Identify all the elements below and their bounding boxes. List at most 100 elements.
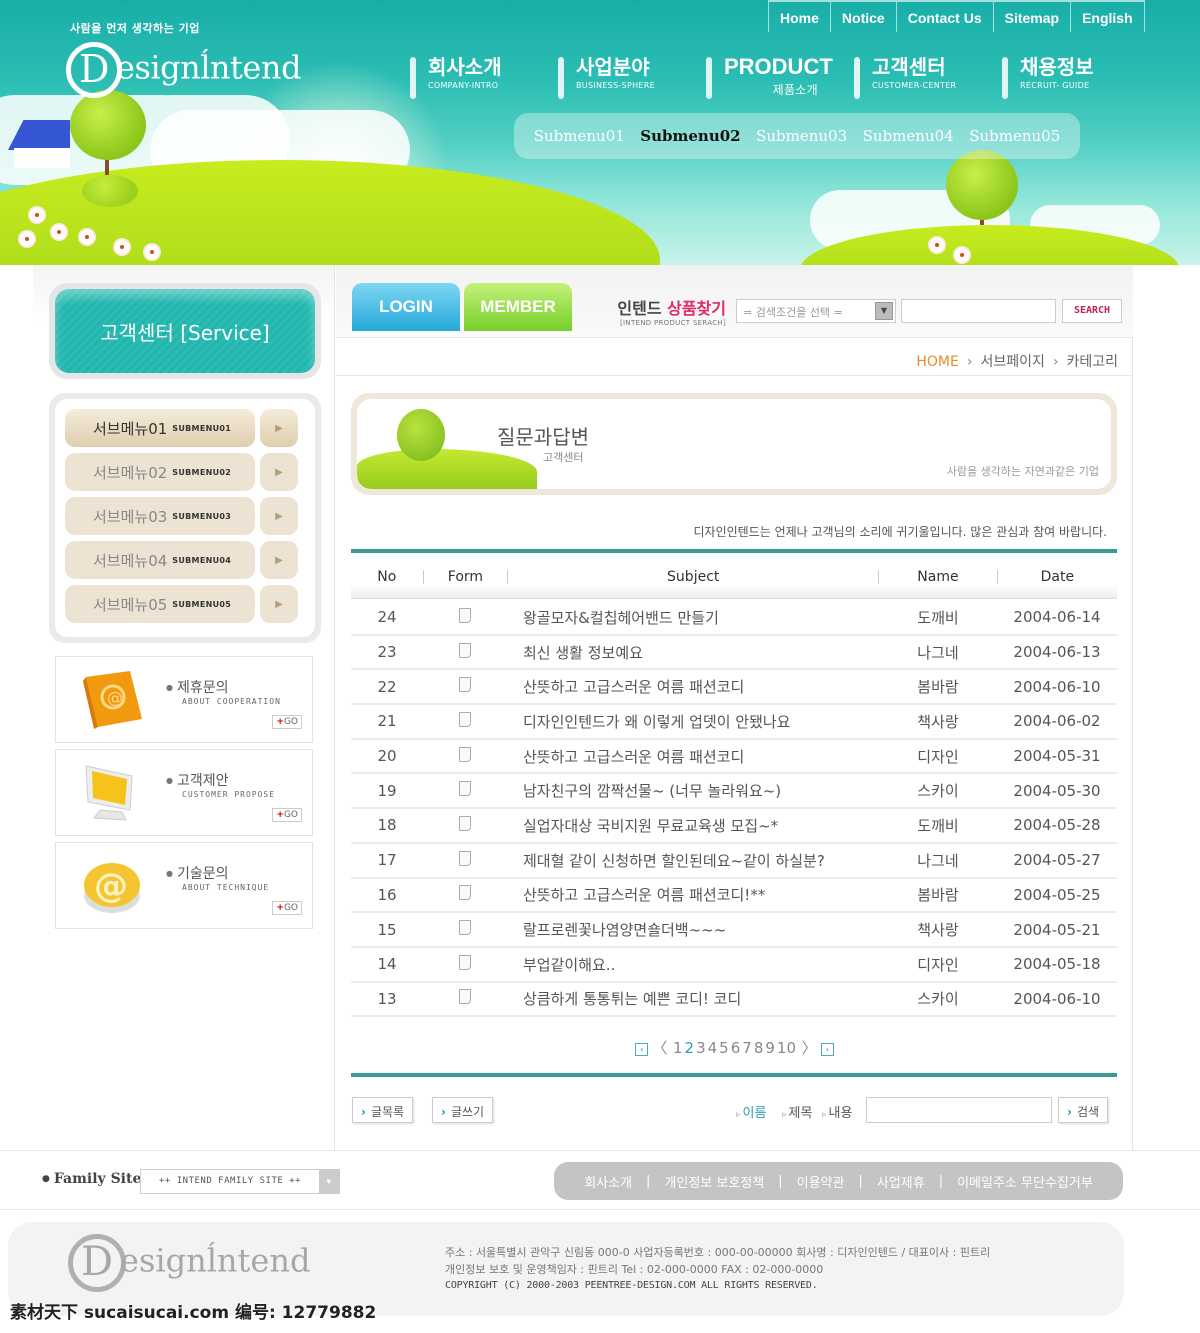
sidebar-item-submenu01[interactable]: 서브메뉴01 SUBMENU01 ▶ [65, 409, 305, 447]
monitor-icon [85, 765, 133, 821]
page-link[interactable]: 9 [765, 1039, 775, 1057]
breadcrumb-home[interactable]: HOME [916, 354, 958, 370]
search-condition-select[interactable]: = 검색조건을 선택 = ▼ [736, 299, 896, 323]
row-date: 2004-05-18 [1013, 955, 1101, 974]
row-date: 2004-06-13 [1013, 643, 1101, 662]
footer-link[interactable]: 개인정보 보호정책 [664, 1172, 764, 1191]
chevron-left-icon[interactable]: 〈 [652, 1039, 667, 1057]
table-row[interactable]: 18 실업자대상 국비지원 무료교육생 모집~* 도깨비 2004-05-28 [351, 809, 1117, 844]
page-link[interactable]: 6 [731, 1039, 741, 1057]
row-subject-link[interactable]: 상큼하게 통통튀는 예쁜 코디! 코디 [507, 988, 879, 1009]
page-link[interactable]: 10 [777, 1039, 796, 1057]
table-row[interactable]: 23 최신 생활 정보예요 나그네 2004-06-13 [351, 636, 1117, 671]
document-icon [459, 850, 471, 866]
table-row[interactable]: 15 랄프로렌꽃나염양면숄더백~~~ 책사랑 2004-05-21 [351, 913, 1117, 948]
row-subject-link[interactable]: 부업같이해요.. [507, 954, 879, 975]
table-row[interactable]: 24 왕골모자&컬칩헤어밴드 만들기 도깨비 2004-06-14 [351, 601, 1117, 636]
product-search-input[interactable] [901, 299, 1056, 323]
chevron-down-icon: ▼ [319, 1170, 339, 1193]
sidebar-item-submenu02[interactable]: 서브메뉴02 SUBMENU02 ▶ [65, 453, 305, 491]
row-no: 17 [377, 851, 397, 870]
search-type-subject[interactable]: 제목 [782, 1102, 813, 1121]
go-button[interactable]: +GO [272, 715, 302, 729]
table-row[interactable]: 21 디자인인텐드가 왜 이렇게 업뎃이 안됐나요 책사랑 2004-06-02 [351, 705, 1117, 740]
page-link[interactable]: 5 [719, 1039, 729, 1057]
row-subject-link[interactable]: 디자인인텐드가 왜 이렇게 업뎃이 안됐나요 [507, 711, 879, 732]
page-next-button[interactable]: › [820, 1043, 834, 1056]
table-row[interactable]: 14 부업같이해요.. 디자인 2004-05-18 [351, 948, 1117, 983]
table-row[interactable]: 20 산뜻하고 고급스러운 여름 패션코디 디자인 2004-05-31 [351, 740, 1117, 775]
row-subject-link[interactable]: 산뜻하고 고급스러운 여름 패션코디 [507, 746, 879, 767]
table-row[interactable]: 19 남자친구의 깜짝선물~ (너무 놀라워요~) 스카이 2004-05-30 [351, 774, 1117, 810]
sidebar-item-submenu04[interactable]: 서브메뉴04 SUBMENU04 ▶ [65, 541, 305, 579]
page-link[interactable]: 8 [754, 1039, 764, 1057]
write-button[interactable]: 글쓰기 [432, 1097, 494, 1123]
row-subject-link[interactable]: 왕골모자&컬칩헤어밴드 만들기 [507, 607, 879, 628]
table-row[interactable]: 16 산뜻하고 고급스러운 여름 패션코디!** 봄바람 2004-05-25 [351, 879, 1117, 914]
page-link[interactable]: 3 [696, 1039, 706, 1057]
sub-nav-item-active[interactable]: Submenu02 [640, 127, 740, 145]
product-search-button[interactable]: SEARCH [1062, 299, 1122, 323]
top-nav-english[interactable]: English [1070, 2, 1145, 32]
row-subject-link[interactable]: 실업자대상 국비지원 무료교육생 모집~* [507, 815, 879, 836]
page-prev-button[interactable]: ‹ [635, 1043, 649, 1056]
top-nav-home[interactable]: Home [768, 2, 830, 32]
table-row[interactable]: 17 제대혈 같이 신청하면 할인된데요~같이 하실분? 나그네 2004-05-27 [351, 844, 1117, 879]
main-content: LOGIN MEMBER 인텐드 상품찾기 [INTEND PRODUCT SE… [336, 265, 1133, 1150]
board-search-input[interactable] [866, 1097, 1052, 1123]
sidebar-item-submenu03[interactable]: 서브메뉴03 SUBMENU03 ▶ [65, 497, 305, 535]
row-author: 책사랑 [917, 921, 959, 940]
go-button[interactable]: +GO [272, 901, 302, 915]
member-tab[interactable]: MEMBER [464, 283, 572, 331]
row-subject-link[interactable]: 랄프로렌꽃나염양면숄더백~~~ [507, 919, 879, 940]
login-tab[interactable]: LOGIN [352, 283, 460, 331]
footer-logo: Designĺntend [68, 1234, 310, 1292]
footer-link[interactable]: 이용약관 [797, 1172, 845, 1191]
table-row[interactable]: 22 산뜻하고 고급스러운 여름 패션코디 봄바람 2004-06-10 [351, 670, 1117, 706]
arrow-right-icon[interactable]: ▶ [260, 409, 298, 447]
page-link[interactable]: 2 [685, 1039, 695, 1057]
footer-link[interactable]: 사업제휴 [877, 1172, 925, 1191]
sub-nav-item[interactable]: Submenu05 [969, 127, 1060, 145]
main-nav-customer[interactable]: 고객센터 CUSTOMER-CENTER [854, 55, 1002, 99]
row-author: 스카이 [917, 990, 959, 1009]
logo[interactable]: Designĺntend [66, 42, 301, 98]
family-site-select[interactable]: ++ INTEND FAMILY SITE ++ ▼ [140, 1169, 340, 1194]
sub-nav-item[interactable]: Submenu03 [756, 127, 847, 145]
go-button[interactable]: +GO [272, 808, 302, 822]
main-nav-recruit[interactable]: 채용정보 RECRUIT- GUIDE [1002, 55, 1150, 99]
sidebar-item-submenu05[interactable]: 서브메뉴05 SUBMENU05 ▶ [65, 585, 305, 623]
top-nav-sitemap[interactable]: Sitemap [992, 2, 1070, 32]
row-subject-link[interactable]: 제대혈 같이 신청하면 할인된데요~같이 하실분? [507, 850, 879, 871]
top-nav-contact[interactable]: Contact Us [895, 2, 993, 32]
search-type-name[interactable]: 이름 [736, 1102, 767, 1121]
page-link[interactable]: 7 [742, 1039, 752, 1057]
main-nav-business[interactable]: 사업분야 BUSINESS-SPHERE [558, 55, 706, 99]
board-search-button[interactable]: 검색 [1058, 1097, 1109, 1123]
row-subject-link[interactable]: 남자친구의 깜짝선물~ (너무 놀라워요~) [507, 780, 879, 801]
footer-link[interactable]: 회사소개 [584, 1172, 632, 1191]
main-nav-company[interactable]: 회사소개 COMPANY-INTRO [410, 55, 558, 99]
arrow-right-icon[interactable]: ▶ [260, 585, 298, 623]
page-link[interactable]: 1 [673, 1039, 683, 1057]
arrow-right-icon[interactable]: ▶ [260, 541, 298, 579]
row-subject-link[interactable]: 산뜻하고 고급스러운 여름 패션코디 [507, 676, 879, 697]
row-subject-link[interactable]: 산뜻하고 고급스러운 여름 패션코디!** [507, 884, 879, 905]
footer-link[interactable]: 이메일주소 무단수집거부 [957, 1172, 1093, 1191]
row-date: 2004-06-10 [1013, 989, 1101, 1008]
page-link[interactable]: 4 [708, 1039, 718, 1057]
list-button[interactable]: 글목록 [352, 1097, 414, 1123]
svg-text:@: @ [107, 688, 123, 707]
row-no: 14 [377, 955, 397, 974]
top-nav-notice[interactable]: Notice [829, 2, 896, 32]
arrow-right-icon[interactable]: ▶ [260, 497, 298, 535]
chevron-right-icon[interactable]: 〉 [802, 1039, 817, 1057]
row-subject-link[interactable]: 최신 생활 정보예요 [507, 642, 879, 663]
search-type-content[interactable]: 내용 [822, 1102, 853, 1121]
breadcrumb-item[interactable]: 서브페이지 [980, 354, 1044, 370]
main-nav-product[interactable]: PRODUCT 제품소개 [706, 55, 854, 99]
table-row[interactable]: 13 상큼하게 통통튀는 예쁜 코디! 코디 스카이 2004-06-10 [351, 983, 1117, 1018]
arrow-right-icon[interactable]: ▶ [260, 453, 298, 491]
sub-nav-item[interactable]: Submenu04 [863, 127, 954, 145]
sub-nav-item[interactable]: Submenu01 [534, 127, 625, 145]
